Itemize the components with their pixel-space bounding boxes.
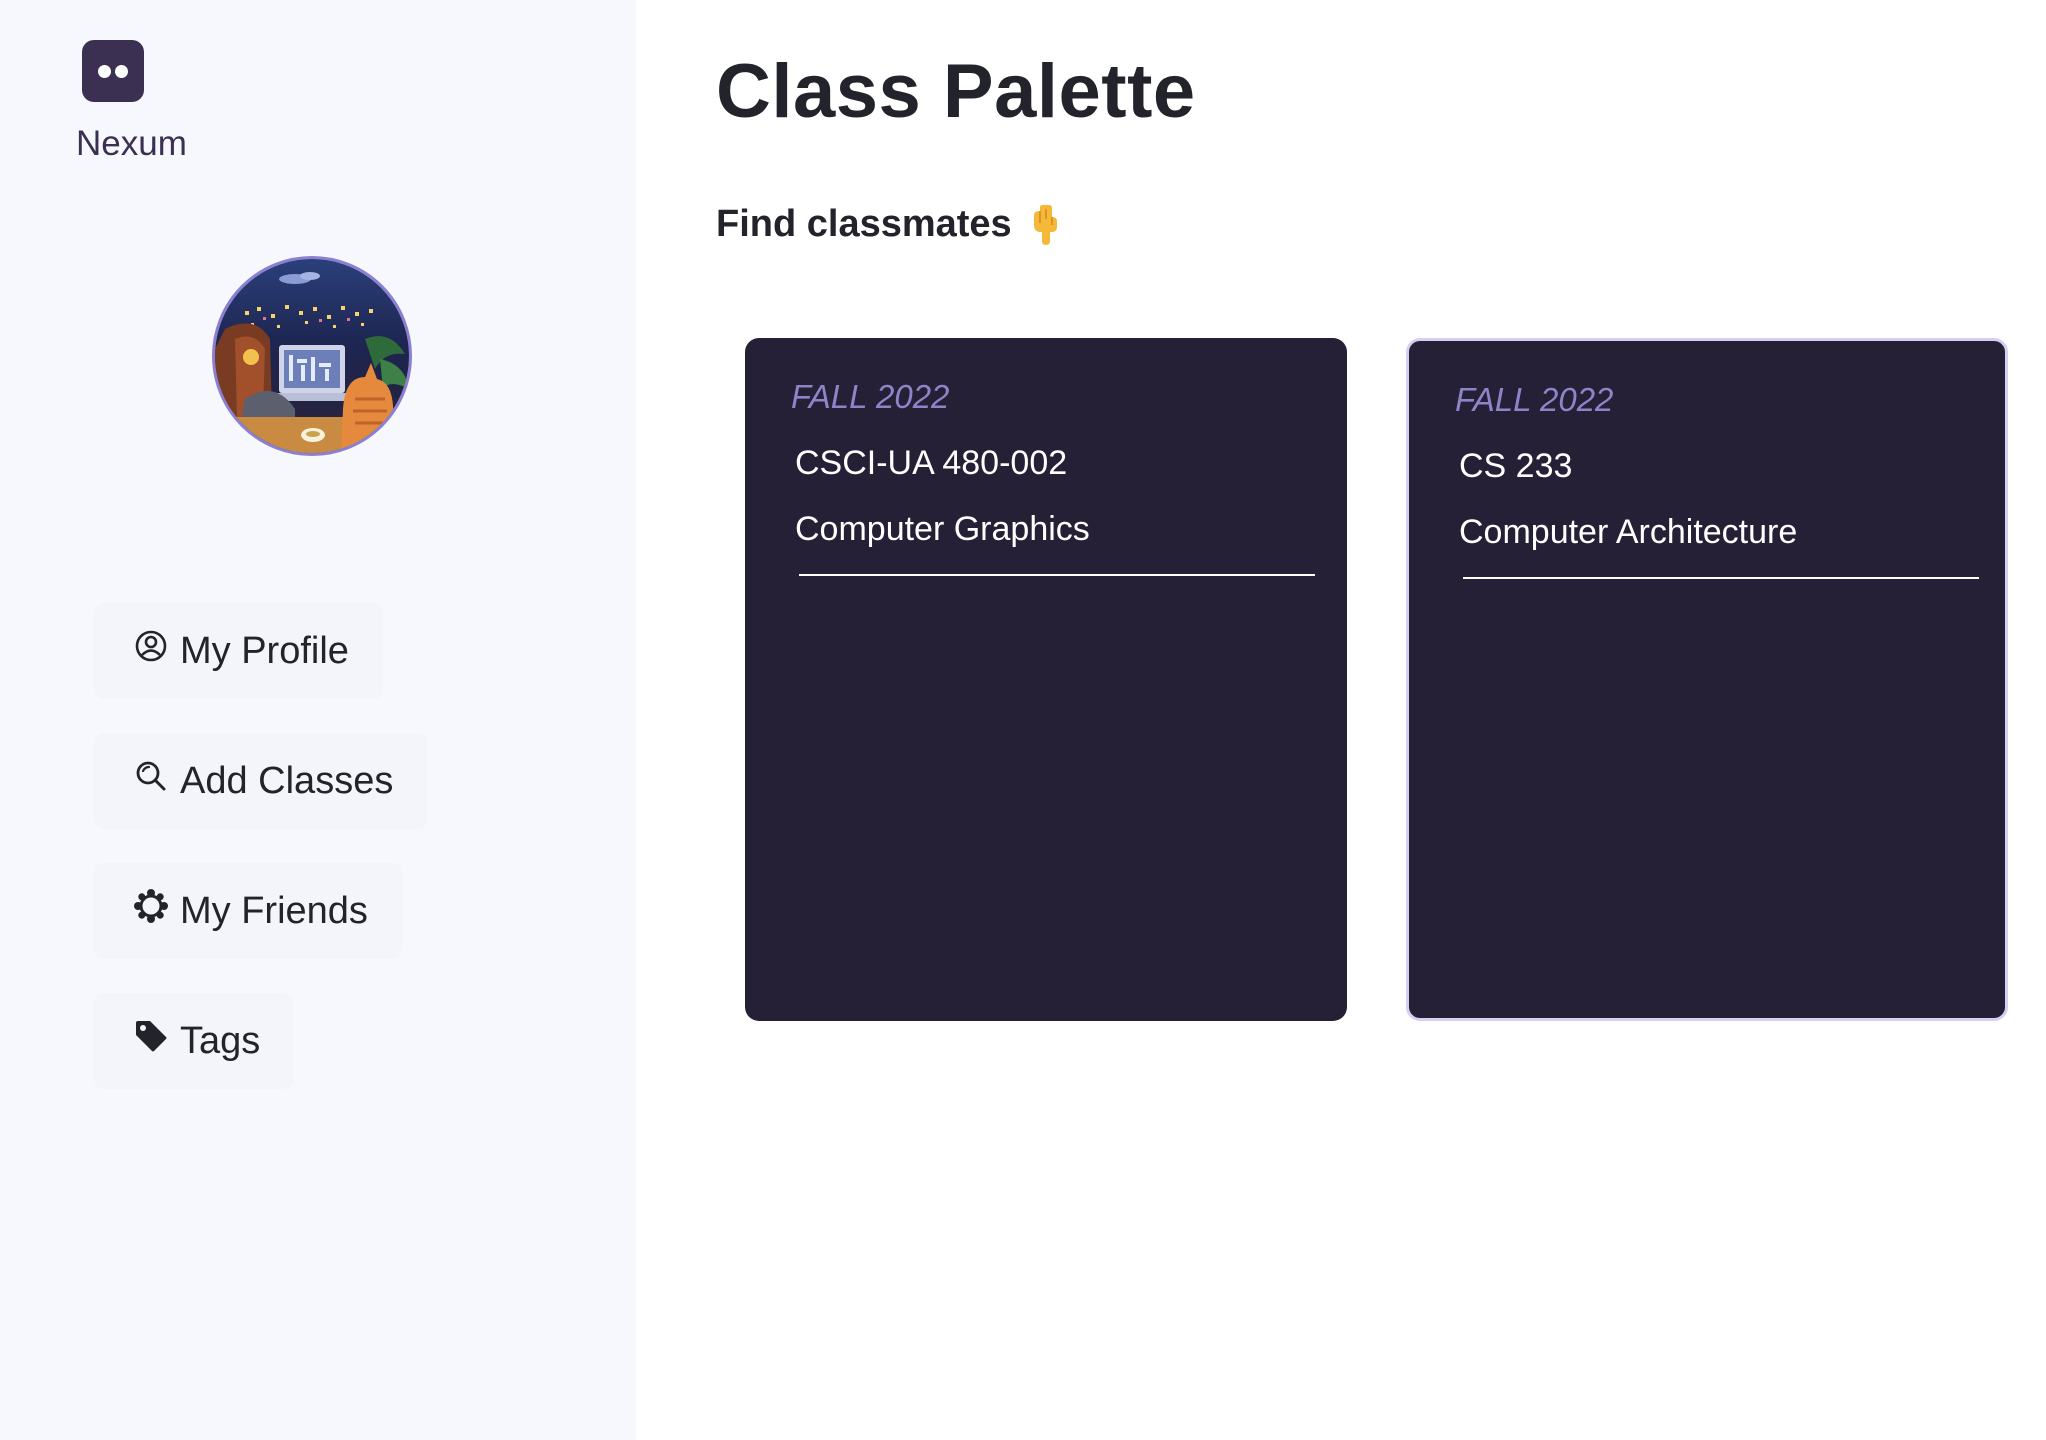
page-title: Class Palette: [716, 49, 1196, 134]
sidebar-item-my-friends[interactable]: My Friends: [94, 863, 402, 959]
class-card[interactable]: FALL 2022 CSCI-UA 480-002 Computer Graph…: [745, 338, 1347, 1021]
class-name: Computer Graphics: [795, 510, 1090, 548]
class-term: FALL 2022: [1455, 381, 1614, 418]
pointing-down-icon: [1030, 204, 1062, 245]
sidebar: Nexum My Profile Add Classes My Friends …: [0, 0, 636, 1440]
friends-ring-icon: [134, 889, 168, 923]
class-name: Computer Architecture: [1459, 513, 1798, 551]
class-card[interactable]: FALL 2022 CS 233 Computer Architecture: [1406, 338, 2008, 1021]
sidebar-item-label: Add Classes: [180, 759, 394, 802]
card-divider: [1463, 577, 1979, 579]
sidebar-item-label: Tags: [180, 1019, 261, 1062]
brand-name: Nexum: [76, 124, 187, 163]
tag-icon: [134, 1019, 168, 1053]
sidebar-item-add-classes[interactable]: Add Classes: [94, 733, 428, 829]
class-code: CS 233: [1459, 447, 1573, 485]
robot-face-icon: [82, 40, 144, 102]
class-term: FALL 2022: [791, 378, 950, 415]
sidebar-item-label: My Friends: [180, 889, 368, 932]
class-code: CSCI-UA 480-002: [795, 444, 1068, 482]
card-divider: [799, 574, 1315, 576]
section-subtitle: Find classmates: [716, 203, 1062, 246]
avatar[interactable]: [212, 256, 412, 456]
subtitle-text: Find classmates: [716, 203, 1012, 245]
sidebar-item-label: My Profile: [180, 629, 349, 672]
search-icon: [134, 759, 168, 793]
sidebar-item-tags[interactable]: Tags: [94, 993, 295, 1089]
user-circle-icon: [134, 629, 168, 663]
sidebar-item-my-profile[interactable]: My Profile: [94, 603, 383, 699]
